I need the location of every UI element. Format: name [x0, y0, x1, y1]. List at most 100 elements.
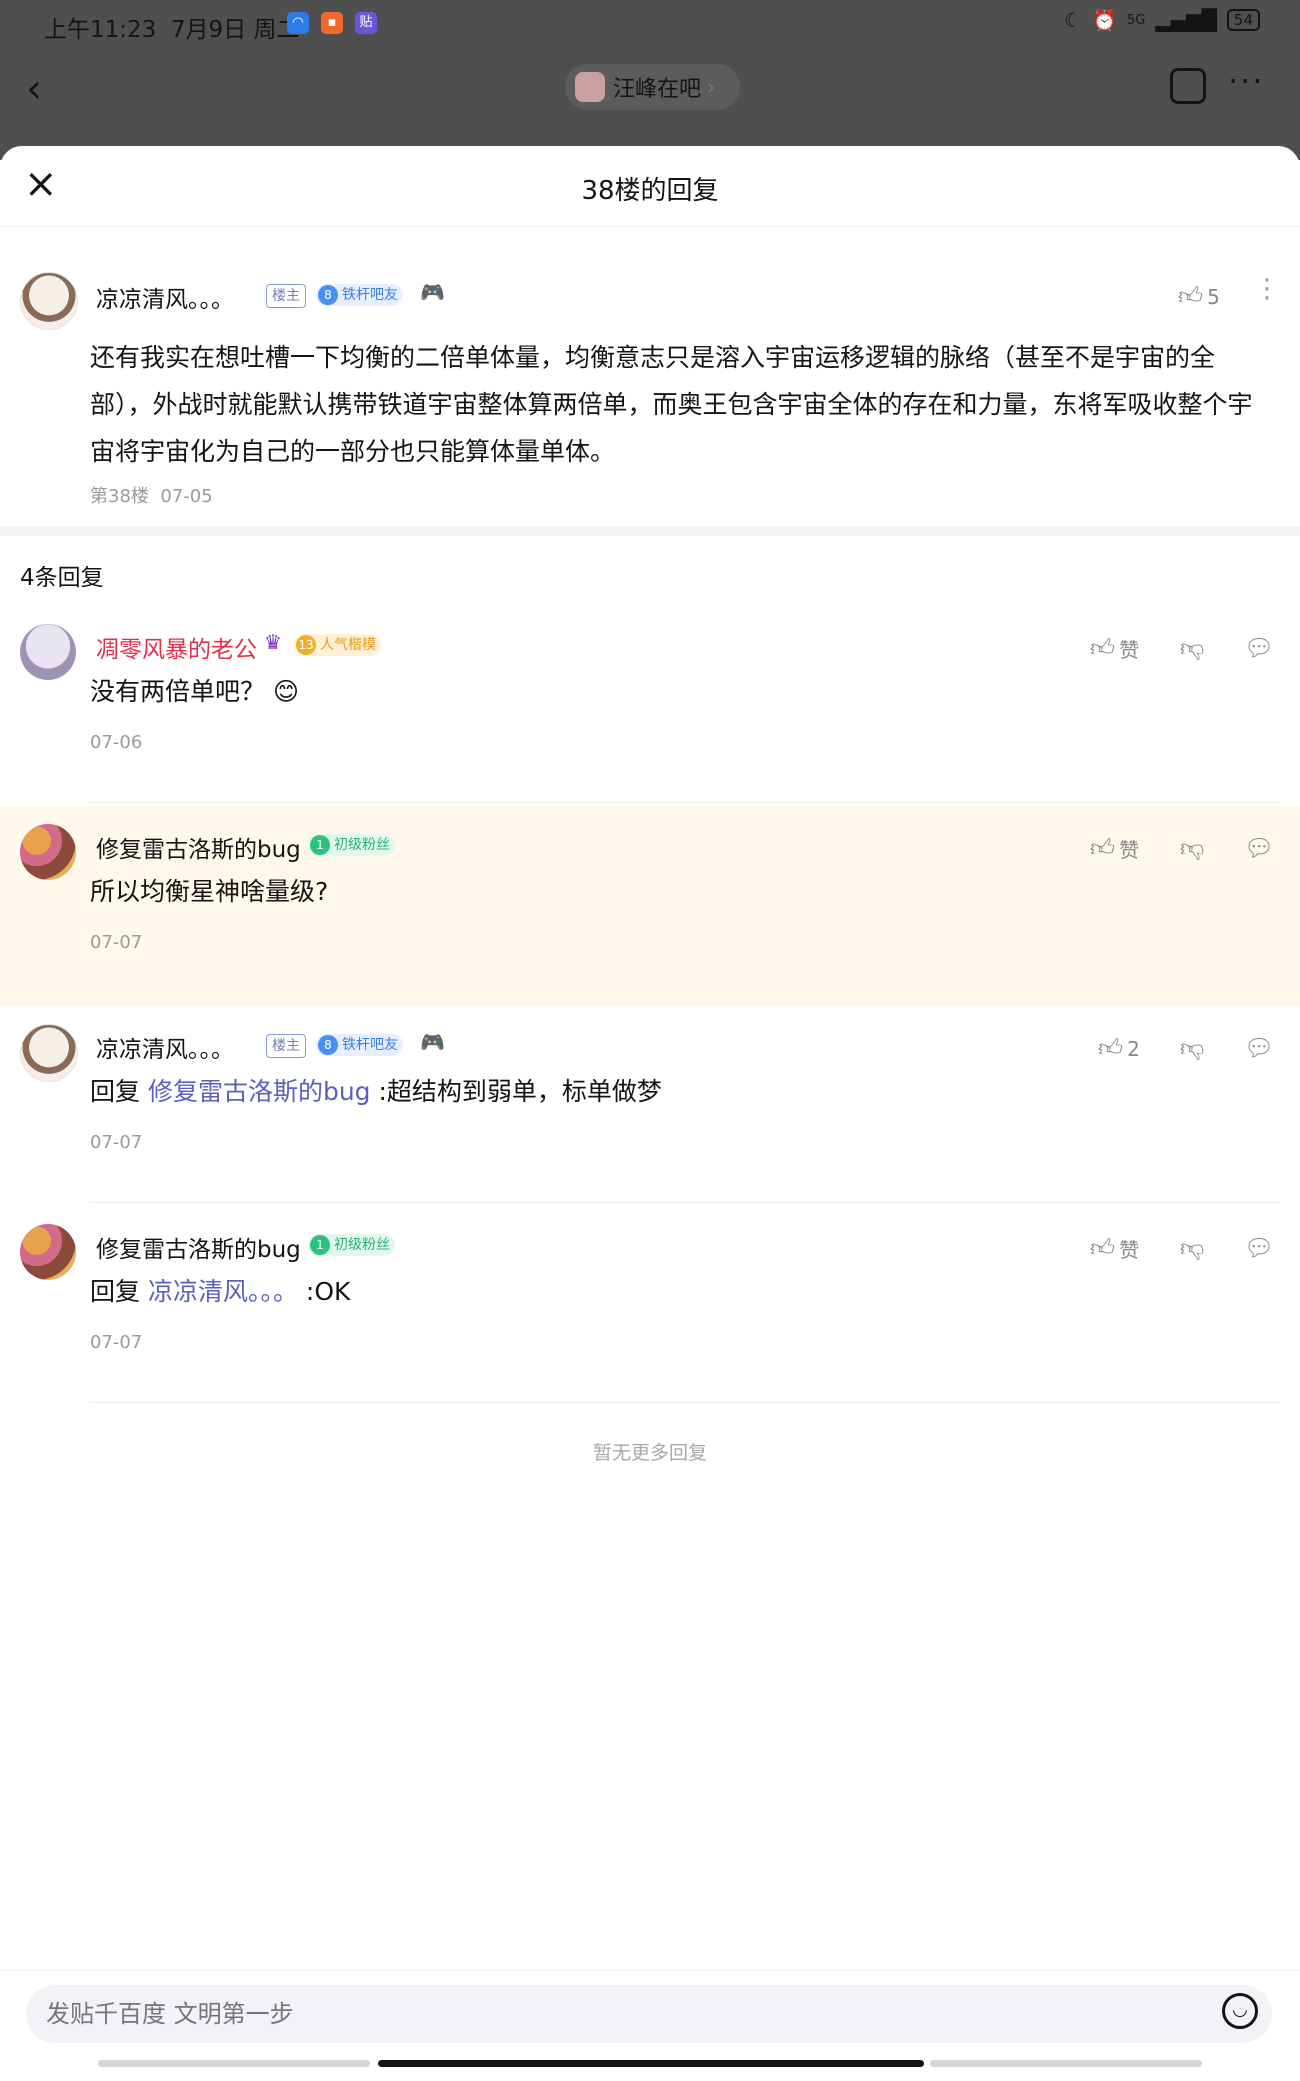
crown-icon: ♛: [264, 630, 282, 654]
avatar[interactable]: [20, 272, 78, 330]
level-number: 1: [310, 1235, 330, 1255]
reply-date: 07-07: [90, 932, 143, 953]
thumbs-up-icon: 👍︎: [1098, 1034, 1124, 1062]
thumbs-up-icon: 👍︎: [1090, 834, 1116, 862]
like-button[interactable]: 👍︎ 赞: [1090, 1234, 1139, 1263]
forum-chip[interactable]: 汪峰在吧 ›: [565, 64, 740, 110]
comment-icon: 💬︎: [1244, 834, 1275, 862]
alarm-icon: ⏰: [1092, 8, 1118, 32]
thumbs-down-icon: 👎︎: [1180, 634, 1205, 662]
host-badge: 楼主: [266, 1034, 306, 1058]
author-name[interactable]: 修复雷古洛斯的bug: [96, 830, 301, 864]
dislike-button[interactable]: 👎︎: [1180, 1234, 1204, 1263]
top-nav: ‹ 汪峰在吧 › ···: [0, 48, 1300, 128]
section-divider: [0, 526, 1300, 536]
smile-emoji-icon: 😊: [272, 677, 300, 706]
level-title: 人气楷模: [320, 637, 376, 653]
divider: [90, 1202, 1280, 1203]
author-name[interactable]: 修复雷古洛斯的bug: [96, 1230, 301, 1264]
reply-count: 4条回复: [20, 565, 104, 591]
like-button[interactable]: 👍︎ 赞: [1090, 634, 1139, 663]
comment-input[interactable]: [26, 1985, 1272, 2043]
reply-content: 回复 凉凉清风。。。 :OK: [90, 1277, 351, 1306]
purple-tieba-icon: 贴: [355, 12, 377, 34]
divider: [90, 1402, 1280, 1403]
level-number: 8: [318, 1035, 338, 1055]
mention-link[interactable]: 修复雷古洛斯的bug: [148, 1077, 371, 1106]
battery-icon: 54: [1226, 9, 1260, 31]
edit-icon[interactable]: [1170, 68, 1206, 104]
post-meta: 第38楼 07-05: [90, 482, 213, 508]
post-date: 07-05: [160, 486, 213, 507]
level-badge: 8 铁杆吧友: [316, 284, 403, 306]
like-button[interactable]: 👍︎ 5: [1178, 282, 1220, 311]
author-name[interactable]: 凉凉清风。。。: [96, 1030, 234, 1064]
mention-link[interactable]: 凉凉清风。。。: [148, 1277, 298, 1306]
thumbs-down-icon: 👎︎: [1180, 1234, 1205, 1262]
dislike-button[interactable]: 👎︎: [1180, 1034, 1204, 1063]
more-icon[interactable]: ···: [1228, 62, 1265, 100]
list-item: 修复雷古洛斯的bug 1 初级粉丝 👍︎ 赞 👎︎ 💬︎ 所以均衡星神啥量级? 07…: [0, 806, 1300, 1006]
like-count: 2: [1127, 1036, 1140, 1061]
signal-icon: ▂▄▆█: [1155, 8, 1217, 32]
level-title: 铁杆吧友: [342, 1037, 398, 1053]
comment-button[interactable]: 💬︎: [1244, 1234, 1274, 1262]
level-number: 1: [310, 835, 330, 855]
reply-content: 回复 修复雷古洛斯的bug :超结构到弱单，标单做梦: [90, 1077, 662, 1106]
replies-sheet: × 38楼的回复 凉凉清风。。。 楼主 8 铁杆吧友 🎮 👍︎ 5 ⋮ 还有我实在想…: [0, 146, 1300, 2080]
thumbs-down-icon: 👎︎: [1180, 1034, 1205, 1062]
author-name[interactable]: 凉凉清风。。。: [96, 280, 234, 314]
avatar[interactable]: [20, 824, 76, 880]
author-name[interactable]: 凋零风暴的老公: [96, 630, 257, 664]
blue-app-icon: ◠: [287, 12, 309, 34]
more-vertical-icon[interactable]: ⋮: [1254, 276, 1280, 302]
thumbs-up-icon: 👍︎: [1090, 634, 1116, 662]
like-label: 赞: [1119, 1238, 1140, 1262]
list-item: 修复雷古洛斯的bug 1 初级粉丝 👍︎ 赞 👎︎ 💬︎ 回复 凉凉清风。。。 :O…: [0, 1206, 1300, 1406]
home-indicator[interactable]: [378, 2060, 924, 2067]
sheet-title: 38楼的回复: [581, 176, 719, 206]
thumbs-down-icon: 👎︎: [1180, 834, 1205, 862]
orange-video-icon: ▪: [321, 12, 343, 34]
like-label: 赞: [1119, 638, 1140, 662]
chevron-right-icon: ›: [707, 75, 716, 99]
dislike-button[interactable]: 👎︎: [1180, 834, 1204, 863]
like-button[interactable]: 👍︎ 2: [1098, 1034, 1140, 1063]
reply-date: 07-07: [90, 1132, 143, 1153]
like-label: 赞: [1119, 838, 1140, 862]
moon-icon: ☾: [1064, 8, 1083, 32]
level-badge: 13 人气楷模: [294, 634, 381, 656]
comment-button[interactable]: 💬︎: [1244, 834, 1274, 862]
status-time: 上午11:23 7月9日 周二: [44, 17, 300, 43]
level-number: 8: [318, 285, 338, 305]
reply-date: 07-07: [90, 1332, 143, 1353]
level-badge: 1 初级粉丝: [308, 1234, 395, 1256]
divider: [90, 802, 1280, 803]
dislike-button[interactable]: 👎︎: [1180, 634, 1204, 663]
back-icon[interactable]: ‹: [26, 66, 42, 112]
level-badge: 1 初级粉丝: [308, 834, 395, 856]
host-badge: 楼主: [266, 284, 306, 308]
post-content: 还有我实在想吐槽一下均衡的二倍单体量，均衡意志只是溶入宇宙运移逻辑的脉络（甚至不…: [90, 343, 1253, 466]
avatar[interactable]: [20, 1224, 76, 1280]
reply-content: 没有两倍单吧？ 😊: [90, 677, 300, 706]
reply-content: 所以均衡星神啥量级?: [90, 877, 329, 906]
emoji-icon[interactable]: ◡: [1222, 1993, 1258, 2029]
level-title: 初级粉丝: [334, 1237, 390, 1253]
status-bar: 上午11:23 7月9日 周二 ◠ ▪ 贴 ☾ ⏰ 5G ▂▄▆█ 54: [0, 0, 1300, 48]
sheet-header: × 38楼的回复: [0, 146, 1300, 227]
comment-button[interactable]: 💬︎: [1244, 1034, 1274, 1062]
thumbs-up-icon: 👍︎: [1178, 282, 1204, 310]
level-badge: 8 铁杆吧友: [316, 1034, 403, 1056]
avatar[interactable]: [20, 1024, 78, 1082]
comment-icon: 💬︎: [1244, 1034, 1275, 1062]
comment-button[interactable]: 💬︎: [1244, 634, 1274, 662]
avatar[interactable]: [20, 624, 76, 680]
like-count: 5: [1207, 284, 1220, 309]
reply-date: 07-06: [90, 732, 143, 753]
level-title: 铁杆吧友: [342, 287, 398, 303]
thumbs-up-icon: 👍︎: [1090, 1234, 1116, 1262]
floor-number: 第38楼: [90, 486, 149, 507]
like-button[interactable]: 👍︎ 赞: [1090, 834, 1139, 863]
medal-icon: 🎮: [420, 280, 445, 304]
